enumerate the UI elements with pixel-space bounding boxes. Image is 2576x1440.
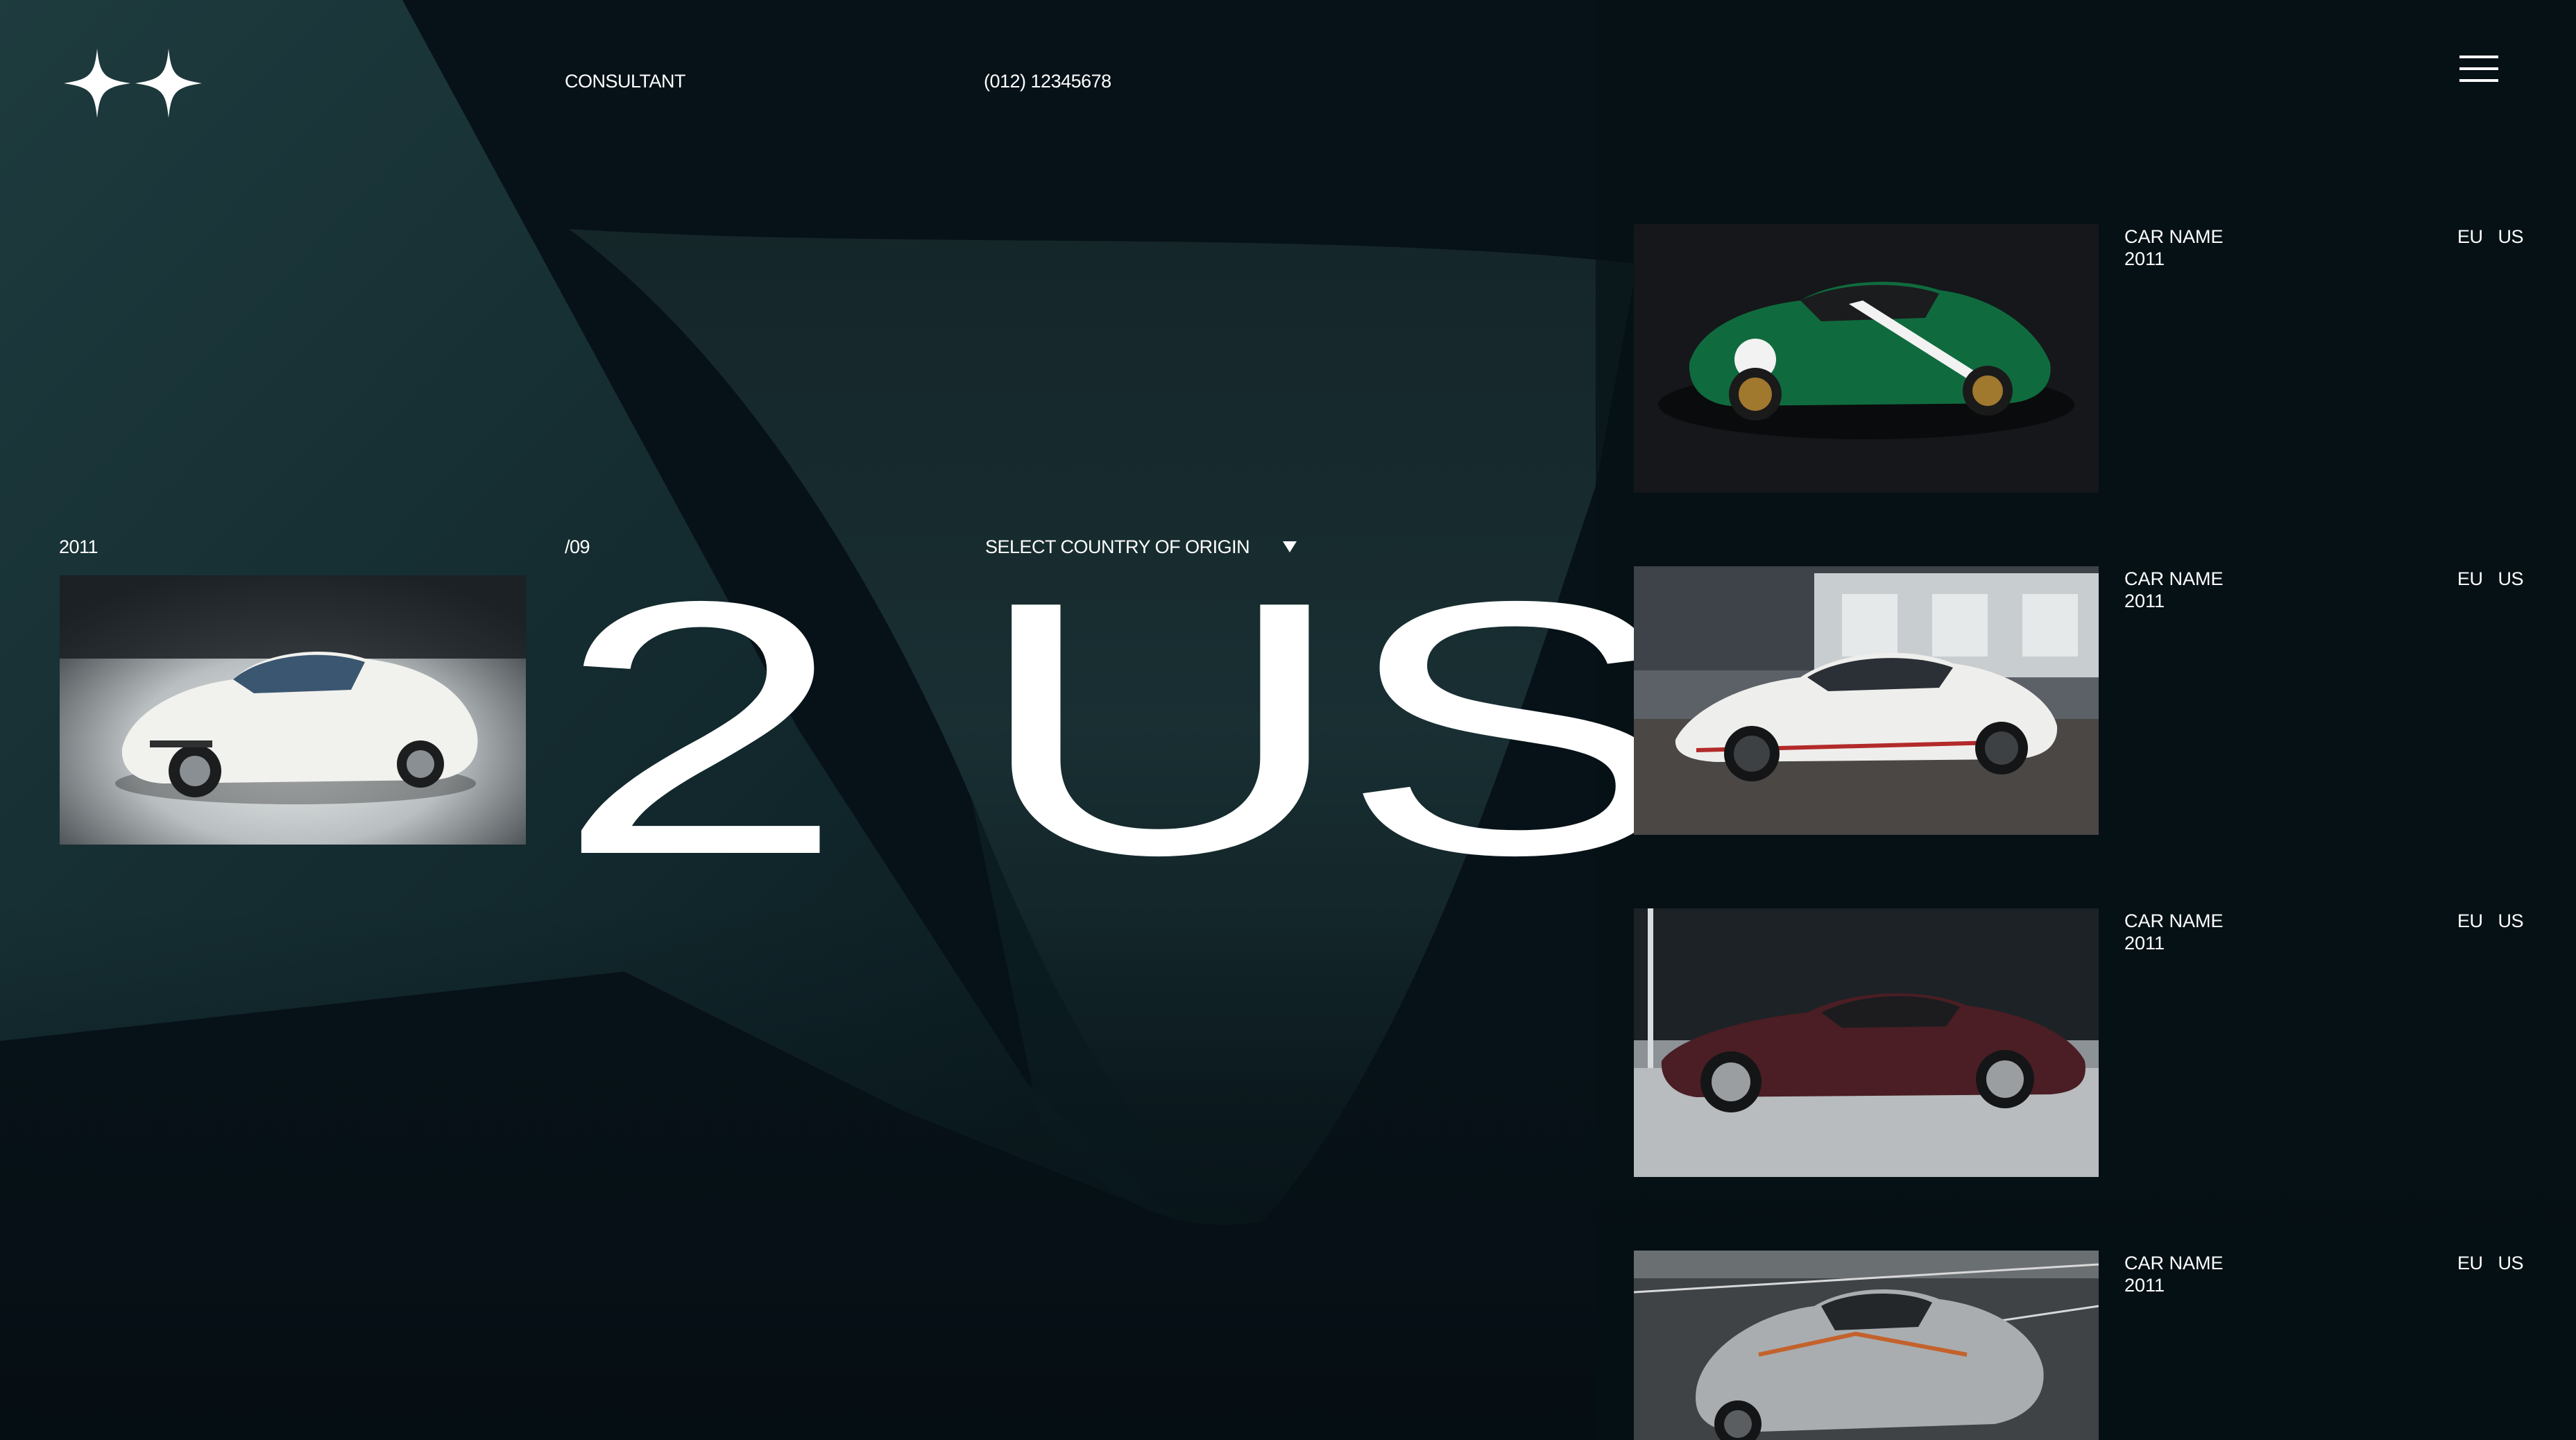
region-toggle: EU US — [2457, 910, 2524, 932]
region-toggle: EU US — [2457, 226, 2524, 248]
listing-meta: CAR NAME 2011 — [2124, 910, 2224, 954]
listing-meta: CAR NAME 2011 — [2124, 226, 2224, 270]
region-eu-option[interactable]: EU — [2457, 910, 2483, 932]
phone-link[interactable]: (012) 12345678 — [984, 70, 1111, 92]
featured-year: 2011 — [59, 536, 99, 557]
white-supercar-icon — [1634, 566, 2099, 835]
region-us-option[interactable]: US — [2498, 910, 2524, 932]
green-race-car-icon — [1634, 224, 2099, 493]
listing-name[interactable]: CAR NAME — [2124, 1252, 2224, 1274]
listing-meta: CAR NAME 2011 — [2124, 568, 2224, 612]
featured-car-image[interactable] — [60, 575, 526, 845]
listing-name[interactable]: CAR NAME — [2124, 568, 2224, 590]
nav-consultant-link[interactable]: CONSULTANT — [565, 70, 686, 92]
region-toggle: EU US — [2457, 568, 2524, 590]
region-eu-option[interactable]: EU — [2457, 1252, 2483, 1274]
listing-image[interactable] — [1634, 224, 2099, 493]
listing-year: 2011 — [2124, 1275, 2165, 1296]
hamburger-icon[interactable] — [2459, 56, 2498, 82]
double-sparkle-icon — [64, 49, 202, 118]
featured-index-current: 2 — [555, 527, 846, 930]
silver-coupe-icon — [1634, 1251, 2099, 1440]
region-eu-option[interactable]: EU — [2457, 568, 2483, 590]
listing-image[interactable] — [1634, 908, 2099, 1177]
listing-name[interactable]: CAR NAME — [2124, 910, 2224, 932]
region-us-option[interactable]: US — [2498, 568, 2524, 590]
listing-year: 2011 — [2124, 933, 2165, 954]
maroon-sports-car-icon — [1634, 908, 2099, 1177]
featured-country-value: US — [971, 527, 1688, 930]
listing-image[interactable] — [1634, 1251, 2099, 1440]
listing-year: 2011 — [2124, 591, 2165, 611]
white-sports-car-icon — [60, 575, 526, 845]
region-us-option[interactable]: US — [2498, 226, 2524, 248]
region-us-option[interactable]: US — [2498, 1252, 2524, 1274]
logo[interactable] — [61, 49, 207, 118]
listing-meta: CAR NAME 2011 — [2124, 1252, 2224, 1296]
listing-image[interactable] — [1634, 566, 2099, 835]
region-eu-option[interactable]: EU — [2457, 226, 2483, 248]
listing-year: 2011 — [2124, 248, 2165, 269]
listing-name[interactable]: CAR NAME — [2124, 226, 2224, 248]
region-toggle: EU US — [2457, 1252, 2524, 1274]
